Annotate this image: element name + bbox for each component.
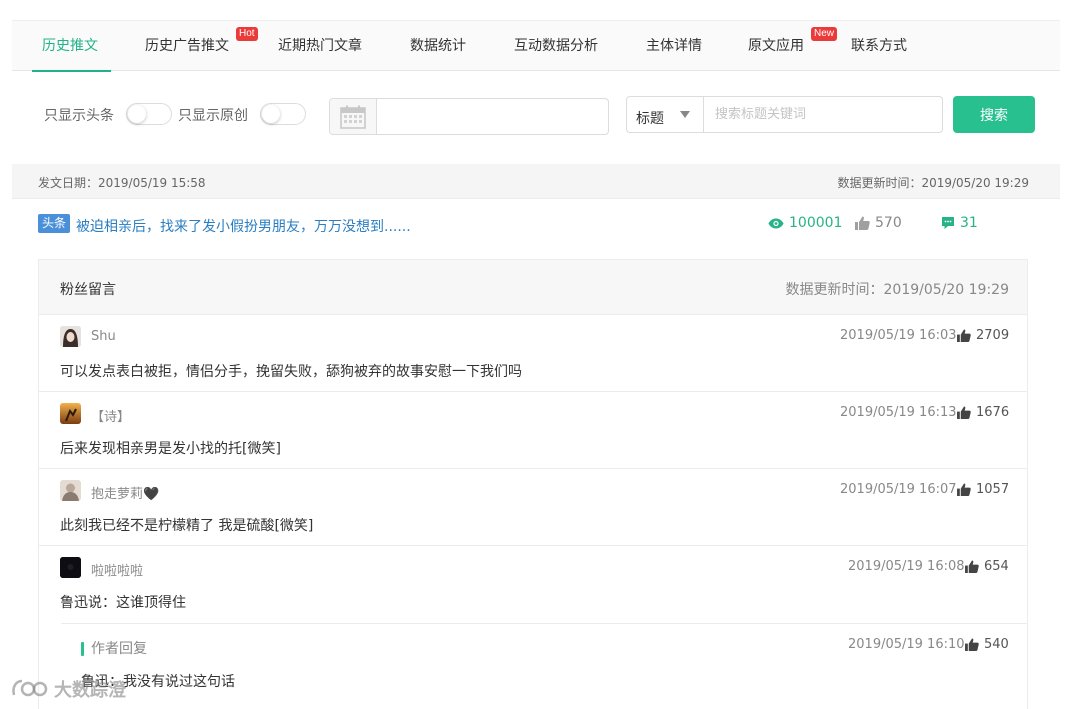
reply-label: 作者回复 — [91, 641, 147, 657]
reply-like-button[interactable]: 540 — [965, 637, 1009, 652]
article-info-bar: 发文日期：2019/05/19 15:58 数据更新时间：2019/05/20 … — [12, 164, 1060, 199]
tab-contact[interactable]: 联系方式 — [851, 35, 907, 55]
headline-only-toggle[interactable] — [126, 103, 172, 125]
tab-hot-articles[interactable]: 近期热门文章 — [278, 35, 362, 55]
likes-stat: 570 — [855, 215, 902, 231]
fan-comments-panel: 粉丝留言 数据更新时间：2019/05/20 19:29 Shu 2019/05… — [38, 259, 1028, 709]
toggle-knob — [262, 105, 280, 123]
panel-updated-time: 数据更新时间：2019/05/20 19:29 — [785, 282, 1010, 298]
thumbs-up-icon — [855, 216, 870, 230]
tab-entity-details[interactable]: 主体详情 — [646, 35, 702, 55]
comment-text: 此刻我已经不是柠檬精了 我是硫酸[微笑] — [60, 518, 314, 534]
views-stat: 100001 — [768, 215, 842, 231]
thumbs-up-icon — [965, 560, 979, 573]
commenter-name: 啦啦啦啦 — [91, 564, 144, 579]
avatar — [60, 326, 81, 347]
search-button[interactable]: 搜索 — [953, 96, 1035, 133]
thumbs-up-icon — [957, 483, 971, 496]
comment-time: 2019/05/19 16:07 — [840, 482, 957, 497]
active-tab-indicator — [32, 70, 111, 72]
comment-icon — [942, 217, 954, 229]
thumbs-up-icon — [965, 638, 979, 651]
app-frame: 历史推文 历史广告推文 Hot 近期热门文章 数据统计 互动数据分析 主体详情 … — [12, 20, 1060, 709]
commenter-name: 【诗】 — [91, 410, 131, 425]
toggle-knob — [128, 105, 146, 123]
watermark: 大数踪澄 — [10, 676, 126, 702]
panel-title: 粉丝留言 — [60, 282, 116, 298]
thumbs-up-icon — [957, 329, 971, 342]
publish-date: 发文日期：2019/05/19 15:58 — [38, 176, 206, 190]
comment-time: 2019/05/19 16:08 — [848, 559, 965, 574]
panel-header: 粉丝留言 数据更新时间：2019/05/20 19:29 — [39, 260, 1027, 315]
comment-text: 可以发点表白被拒，情侣分手，挽留失败，舔狗被弃的故事安慰一下我们吗 — [60, 364, 522, 380]
headline-tag: 头条 — [38, 214, 71, 233]
comment-text: 后来发现相亲男是发小找的托[微笑] — [60, 441, 281, 457]
reply-marker — [81, 642, 84, 656]
comment-item: 啦啦啦啦 2019/05/19 16:08 654 鲁迅说：这谁顶得住 作者回复… — [39, 546, 1027, 709]
comment-like-button[interactable]: 2709 — [957, 328, 1009, 343]
reply-time: 2019/05/19 16:10 — [848, 637, 965, 652]
data-updated-time: 数据更新时间：2019/05/20 19:29 — [837, 176, 1029, 190]
tab-history-ad-posts[interactable]: 历史广告推文 Hot — [145, 27, 258, 55]
tab-original-app[interactable]: 原文应用 New — [748, 27, 838, 55]
comment-time: 2019/05/19 16:13 — [840, 405, 957, 420]
author-reply: 作者回复 2019/05/19 16:10 540 鲁迅：我没有说过这句话 — [61, 623, 1027, 703]
calendar-icon[interactable] — [330, 99, 377, 134]
comment-like-button[interactable]: 1676 — [957, 405, 1009, 420]
avatar — [60, 480, 81, 501]
comment-like-button[interactable]: 654 — [965, 559, 1009, 574]
comment-time: 2019/05/19 16:03 — [840, 328, 957, 343]
comments-stat: 31 — [941, 215, 978, 231]
search-field-select[interactable]: 标题 — [626, 96, 704, 133]
comment-like-button[interactable]: 1057 — [957, 482, 1009, 497]
avatar — [60, 403, 81, 424]
thumbs-up-icon — [957, 406, 971, 419]
commenter-name: Shu — [91, 329, 116, 344]
eye-icon — [768, 218, 784, 228]
comment-item: Shu 2019/05/19 16:03 2709 可以发点表白被拒，情侣分手，… — [39, 315, 1027, 392]
original-only-toggle[interactable] — [260, 103, 306, 125]
tab-interaction-analysis[interactable]: 互动数据分析 — [514, 35, 598, 55]
comment-item: 抱走萝莉🖤 2019/05/19 16:07 1057 此刻我已经不是柠檬精了 … — [39, 469, 1027, 546]
tab-bar: 历史推文 历史广告推文 Hot 近期热门文章 数据统计 互动数据分析 主体详情 … — [12, 20, 1060, 72]
tab-data-stats[interactable]: 数据统计 — [410, 35, 466, 55]
comment-text: 鲁迅说：这谁顶得住 — [60, 595, 186, 611]
headline-only-label: 只显示头条 — [44, 108, 114, 124]
hot-badge: Hot — [236, 27, 258, 41]
avatar — [60, 557, 81, 578]
comment-item: 【诗】 2019/05/19 16:13 1676 后来发现相亲男是发小找的托[… — [39, 392, 1027, 469]
new-badge: New — [811, 27, 838, 41]
original-only-label: 只显示原创 — [178, 108, 248, 124]
caret-down-icon — [680, 111, 690, 118]
watermark-logo-icon — [12, 679, 48, 697]
search-input[interactable] — [703, 96, 943, 133]
article-title-link[interactable]: 被迫相亲后，找来了发小假扮男朋友，万万没想到...... — [76, 216, 411, 236]
tab-history-posts[interactable]: 历史推文 — [42, 35, 98, 55]
commenter-name: 抱走萝莉🖤 — [91, 487, 160, 502]
date-input[interactable] — [378, 99, 606, 134]
date-picker[interactable] — [329, 98, 609, 135]
